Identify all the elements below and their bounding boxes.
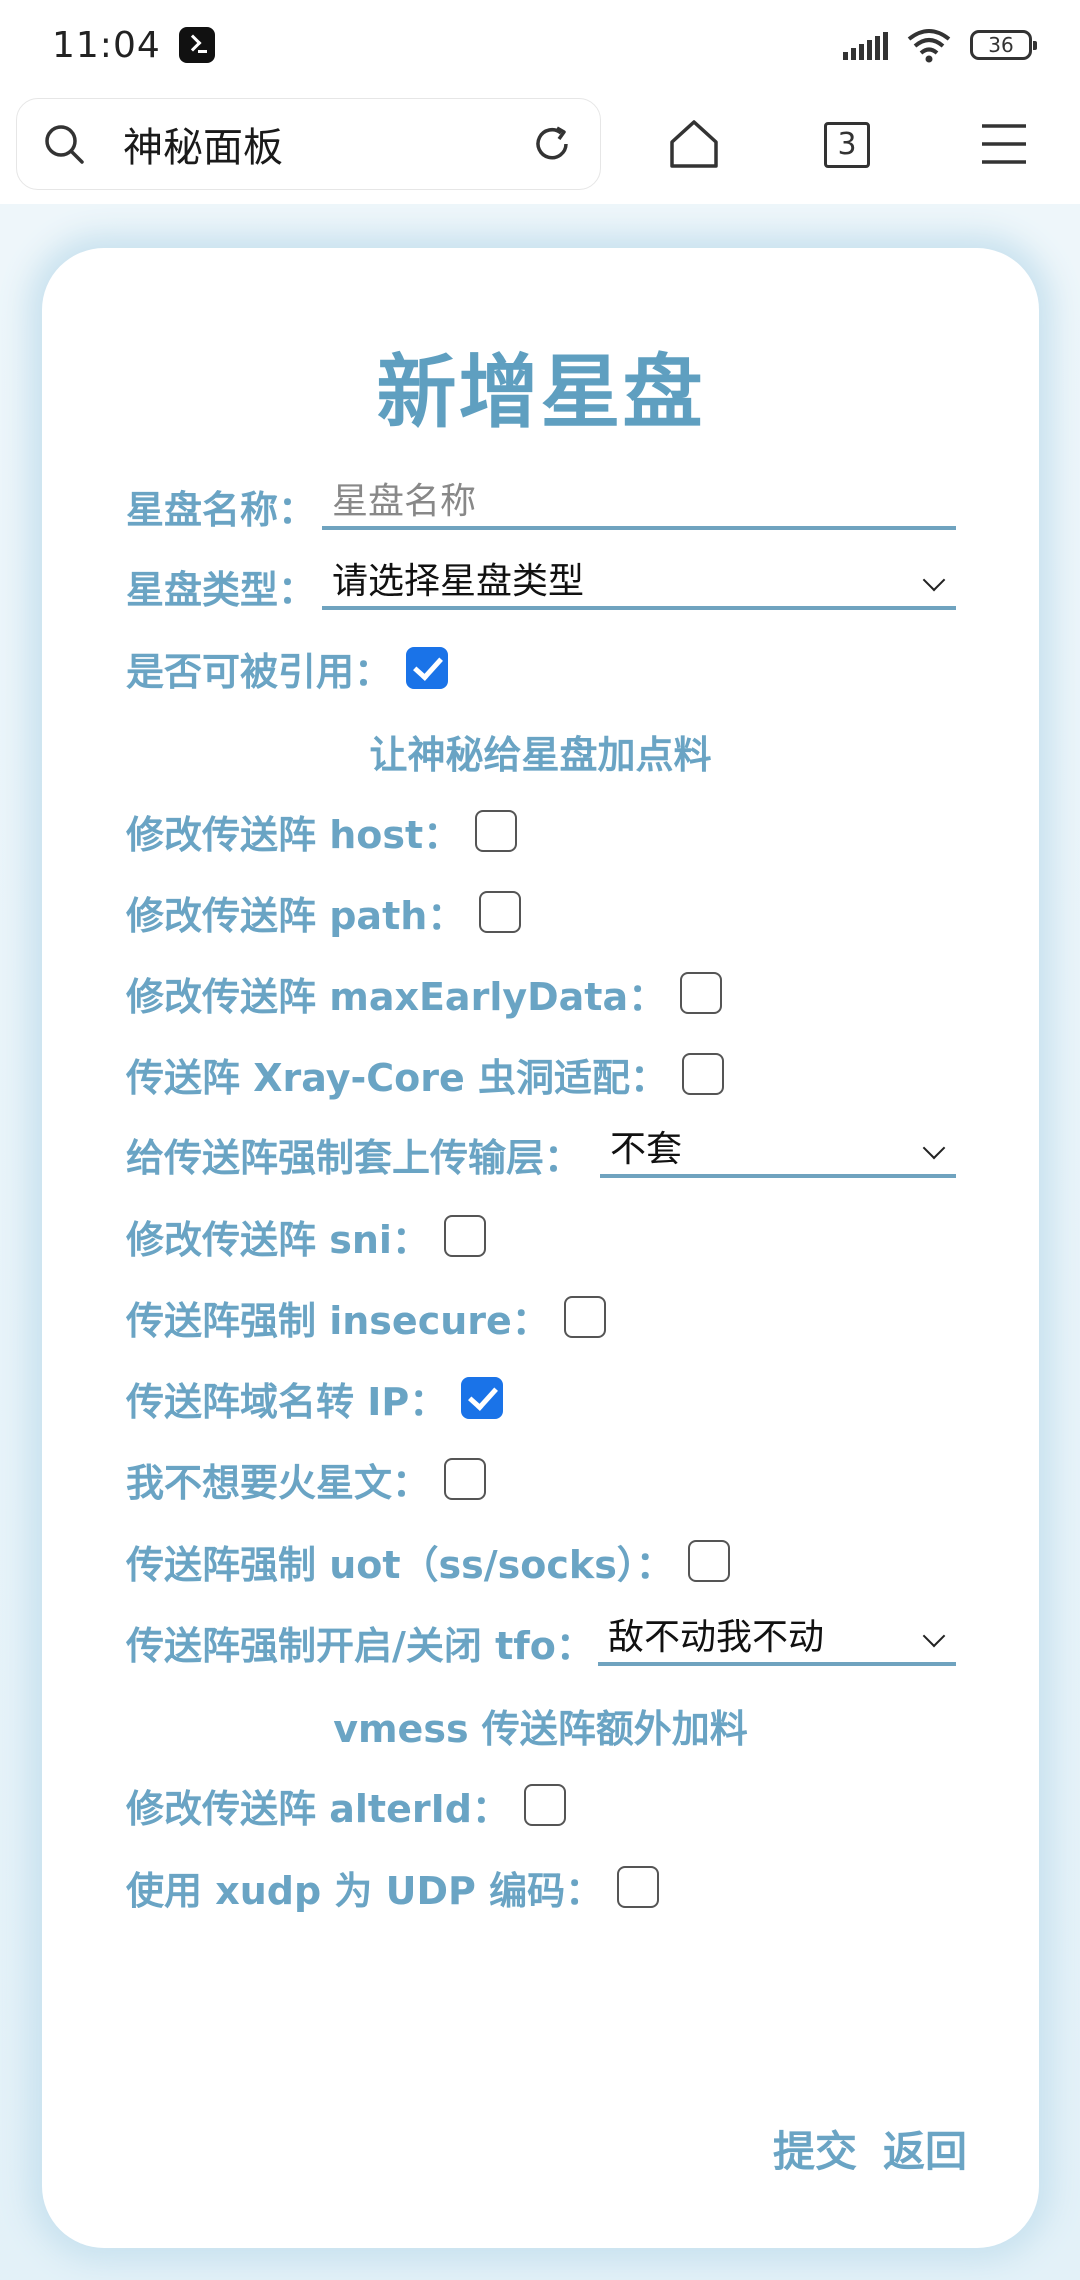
chevron-down-icon: [922, 568, 946, 592]
insecure-checkbox[interactable]: [563, 1296, 606, 1338]
maxearlydata-label: 修改传送阵 maxEarlyData：: [126, 974, 667, 1019]
browser-toolbar: 神秘面板 3: [0, 96, 1080, 192]
tfo-select-value: 敌不动我不动: [608, 1617, 825, 1658]
address-text[interactable]: 神秘面板: [123, 115, 530, 173]
domain-ip-checkbox[interactable]: [461, 1377, 504, 1419]
sni-checkbox[interactable]: [443, 1215, 486, 1257]
address-bar[interactable]: 神秘面板: [16, 98, 601, 190]
name-label: 星盘名称：: [126, 487, 317, 532]
xudp-checkbox[interactable]: [617, 1866, 660, 1908]
chevron-down-icon: [922, 1136, 946, 1160]
tabs-button[interactable]: 3: [824, 122, 870, 168]
uot-row: 传送阵强制 uot（ss/socks）：: [126, 1531, 730, 1591]
path-checkbox[interactable]: [479, 891, 522, 933]
sni-label: 修改传送阵 sni：: [126, 1217, 430, 1262]
back-button[interactable]: 返回: [883, 2118, 967, 2179]
section-heading-vmess: vmess 传送阵额外加料: [333, 1707, 748, 1751]
insecure-row: 传送阵强制 insecure：: [126, 1287, 606, 1347]
path-row: 修改传送阵 path：: [126, 882, 522, 942]
xray-checkbox[interactable]: [682, 1053, 725, 1095]
referable-checkbox[interactable]: [406, 647, 449, 689]
transport-row: 给传送阵强制套上传输层：: [126, 1124, 582, 1184]
xudp-label: 使用 xudp 为 UDP 编码：: [126, 1868, 604, 1913]
name-placeholder: 星盘名称: [332, 481, 477, 522]
alterid-row: 修改传送阵 alterId：: [126, 1775, 566, 1835]
name-row: 星盘名称：: [126, 476, 316, 536]
no-mars-checkbox[interactable]: [444, 1458, 487, 1500]
form-actions: 提交 返回: [773, 2118, 967, 2179]
tfo-row: 传送阵强制开启/关闭 tfo：: [126, 1612, 594, 1672]
status-time: 11:04: [52, 24, 161, 66]
path-label: 修改传送阵 path：: [126, 893, 466, 938]
transport-select-value: 不套: [610, 1129, 683, 1170]
type-select-value: 请选择星盘类型: [332, 561, 585, 602]
tfo-label: 传送阵强制开启/关闭 tfo：: [126, 1623, 594, 1668]
transport-label: 给传送阵强制套上传输层：: [126, 1135, 583, 1180]
page-title: 新增星盘: [376, 346, 705, 439]
referable-row: 是否可被引用：: [126, 638, 449, 698]
domain-ip-row: 传送阵域名转 IP：: [126, 1368, 504, 1428]
wifi-icon: [907, 29, 951, 63]
form-card: 新增星盘 星盘名称： 星盘名称 星盘类型： 请选择星盘类型 是否可被引用： 让神…: [42, 248, 1039, 2248]
battery-icon: 36: [970, 30, 1037, 60]
section-heading-extras: 让神秘给星盘加点料: [369, 733, 712, 777]
no-mars-row: 我不想要火星文：: [126, 1449, 487, 1509]
uot-label: 传送阵强制 uot（ss/socks）：: [126, 1542, 674, 1587]
refresh-icon[interactable]: [530, 122, 574, 166]
submit-button[interactable]: 提交: [773, 2118, 857, 2179]
host-checkbox[interactable]: [475, 810, 518, 852]
type-row: 星盘类型：: [126, 556, 316, 616]
signal-icon: [843, 30, 888, 60]
host-row: 修改传送阵 host：: [126, 801, 518, 861]
domain-ip-label: 传送阵域名转 IP：: [126, 1379, 448, 1424]
status-bar: 11:04 36: [0, 0, 1080, 90]
uot-checkbox[interactable]: [687, 1540, 730, 1582]
type-select[interactable]: 请选择星盘类型: [322, 550, 956, 610]
maxearlydata-checkbox[interactable]: [680, 972, 723, 1014]
xray-label: 传送阵 Xray-Core 虫洞适配：: [126, 1055, 669, 1100]
host-label: 修改传送阵 host：: [126, 812, 462, 857]
insecure-label: 传送阵强制 insecure：: [126, 1298, 550, 1343]
type-label: 星盘类型：: [126, 567, 317, 612]
search-icon: [45, 125, 84, 164]
tfo-select[interactable]: 敌不动我不动: [598, 1606, 956, 1666]
sni-row: 修改传送阵 sni：: [126, 1206, 486, 1266]
xudp-row: 使用 xudp 为 UDP 编码：: [126, 1857, 660, 1917]
referable-label: 是否可被引用：: [126, 649, 393, 694]
home-icon[interactable]: [668, 118, 720, 170]
chevron-down-icon: [922, 1624, 946, 1648]
no-mars-label: 我不想要火星文：: [126, 1460, 431, 1505]
maxearlydata-row: 修改传送阵 maxEarlyData：: [126, 963, 723, 1023]
xray-row: 传送阵 Xray-Core 虫洞适配：: [126, 1044, 725, 1104]
status-indicators: 36: [843, 27, 1037, 63]
transport-select[interactable]: 不套: [600, 1118, 956, 1178]
alterid-label: 修改传送阵 alterId：: [126, 1786, 510, 1831]
terminal-app-icon: [178, 27, 215, 63]
alterid-checkbox[interactable]: [523, 1784, 566, 1826]
name-input[interactable]: 星盘名称: [322, 470, 956, 530]
menu-icon[interactable]: [978, 118, 1030, 170]
